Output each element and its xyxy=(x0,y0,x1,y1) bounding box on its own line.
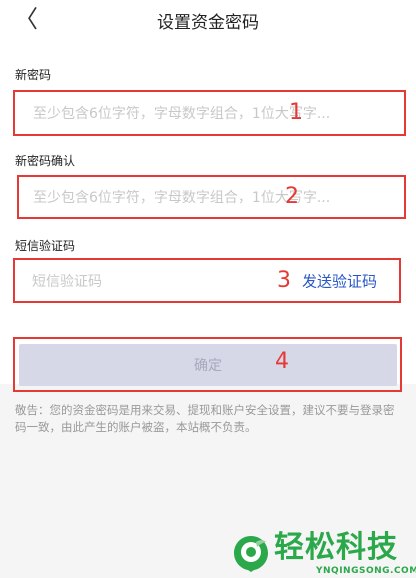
annotation-3: 3 xyxy=(277,268,291,293)
annotation-4: 4 xyxy=(275,349,289,374)
confirm-password-label: 新密码确认 xyxy=(15,154,76,168)
annotation-2: 2 xyxy=(285,184,299,209)
new-password-label: 新密码 xyxy=(15,68,52,82)
brand-url: YNQINGSONG.COM xyxy=(316,566,416,576)
annotation-1: 1 xyxy=(289,100,303,125)
warning-text: 敬告：您的资金密码是用来交易、提现和账户安全设置，建议不要与登录密码一致，由此产… xyxy=(15,403,395,434)
sms-code-label: 短信验证码 xyxy=(15,239,76,253)
screen: 〈 设置资金密码 新密码 至少包含6位字符，字母数字组合，1位大写字... 1 … xyxy=(0,0,416,578)
sms-code-placeholder: 短信验证码 xyxy=(32,273,102,290)
navigation-bar: 〈 设置资金密码 xyxy=(0,0,416,44)
confirm-password-placeholder: 至少包含6位字符，字母数字组合，1位大写字... xyxy=(33,190,331,206)
brand-name: 轻松科技 xyxy=(274,530,398,565)
page-title: 设置资金密码 xyxy=(157,13,259,33)
new-password-input[interactable]: 至少包含6位字符，字母数字组合，1位大写字... xyxy=(15,92,404,134)
brand-logo-icon xyxy=(234,536,268,572)
new-password-field[interactable]: 至少包含6位字符，字母数字组合，1位大写字... 1 xyxy=(13,90,406,136)
new-password-placeholder: 至少包含6位字符，字母数字组合，1位大写字... xyxy=(33,106,331,122)
confirm-password-input[interactable]: 至少包含6位字符，字母数字组合，1位大写字... xyxy=(19,177,404,217)
watermark: 轻松科技 YNQINGSONG.COM xyxy=(232,530,416,578)
confirm-password-field[interactable]: 至少包含6位字符，字母数字组合，1位大写字... 2 xyxy=(17,175,406,219)
confirm-annotation-box: 4 xyxy=(13,337,402,392)
send-code-button[interactable]: 发送验证码 xyxy=(302,270,377,291)
sms-code-field[interactable]: 短信验证码 3 发送验证码 xyxy=(13,258,401,303)
